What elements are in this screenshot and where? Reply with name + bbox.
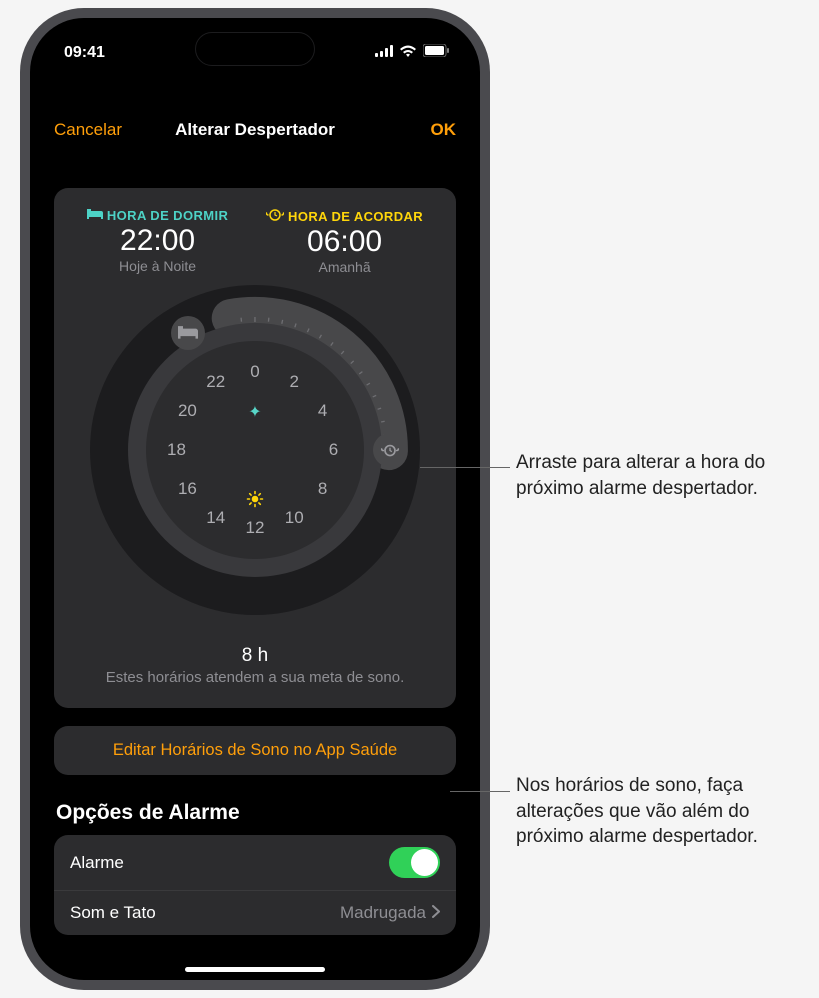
sound-label: Som e Tato: [70, 903, 156, 923]
dial-hour: 16: [178, 479, 197, 499]
chevron-right-icon: [432, 903, 440, 923]
callout-1: Arraste para alterar a hora do próximo a…: [516, 450, 806, 501]
alarm-options-list: Alarme Som e Tato Madrugada: [54, 835, 456, 935]
alarm-toggle[interactable]: [389, 847, 440, 878]
dial-hour: 14: [206, 508, 225, 528]
dial-hour: 6: [329, 440, 338, 460]
dial-hour: 0: [250, 362, 259, 382]
callout-line: [450, 791, 510, 792]
wakeup-time: 06:00: [266, 225, 423, 259]
dial-hour: 20: [178, 401, 197, 421]
status-time: 09:41: [64, 44, 105, 62]
wakeup-handle[interactable]: [373, 433, 407, 467]
callout-2: Nos horários de sono, faça alterações qu…: [516, 773, 811, 850]
dial-hour: 12: [246, 518, 265, 538]
ok-button[interactable]: OK: [431, 120, 457, 140]
wakeup-label: HORA DE ACORDAR: [288, 209, 423, 224]
bedtime-label: HORA DE DORMIR: [107, 208, 228, 223]
bedtime-sub: Hoje à Noite: [87, 258, 228, 274]
battery-icon: [423, 44, 450, 62]
bed-icon: [87, 208, 103, 223]
sleep-dial[interactable]: ✦ 0 2 4 6 8 10 12 14 16 18: [90, 285, 420, 615]
cellular-icon: [375, 44, 393, 62]
dial-hour: 22: [206, 372, 225, 392]
sun-icon: [246, 490, 264, 513]
page-title: Alterar Despertador: [175, 120, 335, 140]
wakeup-block: HORA DE ACORDAR 06:00 Amanhã: [266, 208, 423, 275]
callout-line: [420, 467, 510, 468]
alarm-toggle-row: Alarme: [54, 835, 456, 890]
dial-hour: 18: [167, 440, 186, 460]
dial-hour: 4: [318, 401, 327, 421]
alarm-label: Alarme: [70, 853, 124, 873]
cancel-button[interactable]: Cancelar: [54, 120, 122, 140]
stars-icon: ✦: [248, 402, 261, 422]
duration-value: 8 h: [68, 645, 442, 667]
navigation-bar: Cancelar Alterar Despertador OK: [30, 110, 480, 150]
alarm-icon: [266, 208, 284, 224]
dial-hour: 8: [318, 479, 327, 499]
status-bar: 09:41: [30, 18, 480, 70]
alarm-options-header: Opções de Alarme: [54, 801, 456, 825]
bedtime-handle[interactable]: [171, 316, 205, 350]
dial-hour: 2: [290, 372, 299, 392]
home-indicator[interactable]: [185, 967, 325, 972]
edit-schedule-button[interactable]: Editar Horários de Sono no App Saúde: [54, 726, 456, 775]
bedtime-block: HORA DE DORMIR 22:00 Hoje à Noite: [87, 208, 228, 275]
duration-sub: Estes horários atendem a sua meta de son…: [68, 669, 442, 686]
sound-haptics-row[interactable]: Som e Tato Madrugada: [54, 890, 456, 935]
dial-hour: 10: [285, 508, 304, 528]
wakeup-sub: Amanhã: [266, 259, 423, 275]
bedtime-time: 22:00: [87, 224, 228, 258]
sleep-schedule-card: HORA DE DORMIR 22:00 Hoje à Noite HORA D…: [54, 188, 456, 708]
sound-value: Madrugada: [340, 903, 426, 923]
wifi-icon: [399, 44, 417, 62]
